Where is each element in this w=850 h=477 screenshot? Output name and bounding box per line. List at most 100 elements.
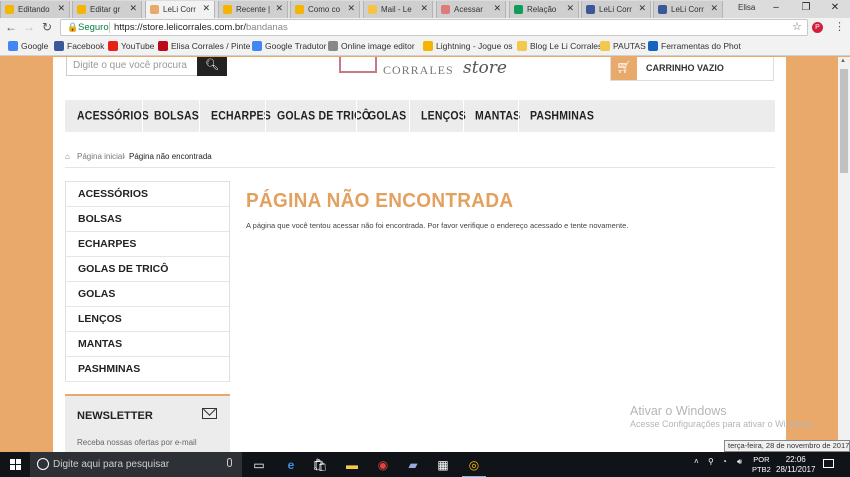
bookmark-icon: [54, 41, 64, 51]
store-search-input[interactable]: Digite o que você procura 🔍︎: [66, 57, 227, 76]
calculator-icon[interactable]: ▦: [434, 456, 452, 474]
language-code: POR: [753, 455, 770, 464]
browser-toolbar: ← → ↻ 🔒 Seguro https://store.lelicorrale…: [0, 18, 850, 38]
store-app-icon[interactable]: 🛍︎: [311, 456, 329, 474]
address-bar[interactable]: 🔒 Seguro https://store.lelicorrales.com.…: [60, 19, 808, 36]
back-icon[interactable]: ←: [4, 20, 18, 34]
home-icon[interactable]: ⌂: [65, 152, 70, 161]
scroll-up-icon[interactable]: ▲: [840, 58, 846, 64]
breadcrumb: ⌂ Página inicial › Página não encontrada: [65, 150, 775, 168]
pinterest-extension-icon[interactable]: P: [812, 22, 823, 33]
bookmark-item[interactable]: PAUTAS: [600, 41, 646, 51]
chrome-icon[interactable]: ◎: [462, 456, 486, 477]
main-nav: ACESSÓRIOS BOLSAS ECHARPES GOLAS DE TRICÔ GO…: [65, 100, 775, 132]
tab-favicon-icon: [5, 5, 14, 14]
tab-close-icon[interactable]: ✕: [347, 3, 355, 14]
task-view-icon[interactable]: ▭: [250, 456, 268, 474]
bookmark-label: Blog Le Li Corrales: [530, 41, 603, 51]
cart-widget[interactable]: 🛒︎ CARRINHO VAZIO: [610, 57, 774, 81]
close-window-button[interactable]: ✕: [820, 0, 850, 18]
bookmark-item[interactable]: Ferramentas do Phot: [648, 41, 741, 51]
clock-time: 22:06: [785, 455, 806, 464]
browser-tab[interactable]: LeLi Corr ✕: [581, 1, 651, 18]
cortana-icon: [37, 458, 49, 470]
tab-close-icon[interactable]: ✕: [275, 3, 283, 14]
bookmark-item[interactable]: Google Tradutor: [252, 41, 326, 51]
tab-close-icon[interactable]: ✕: [566, 3, 574, 14]
sidebar-category[interactable]: ECHARPES: [66, 232, 229, 257]
microphone-icon[interactable]: [227, 458, 232, 467]
tab-close-icon[interactable]: ✕: [420, 3, 428, 14]
browser-tab[interactable]: Mail - Le ✕: [363, 1, 433, 18]
network-icon[interactable]: ⚲: [708, 457, 714, 466]
bookmark-label: Facebook: [67, 41, 105, 51]
search-icon[interactable]: 🔍︎: [197, 57, 227, 76]
bookmark-icon: [108, 41, 118, 51]
bookmark-item[interactable]: Google: [8, 41, 48, 51]
bookmark-item[interactable]: YouTube: [108, 41, 154, 51]
sidebar-category[interactable]: GOLAS DE TRICÔ: [66, 257, 229, 282]
tab-close-icon[interactable]: ✕: [493, 3, 501, 14]
maximize-button[interactable]: ❐: [791, 0, 821, 18]
profile-name[interactable]: Elisa: [738, 3, 755, 12]
url-text[interactable]: https://store.lelicorrales.com.br/bandan…: [114, 20, 288, 35]
sidebar-category[interactable]: GOLAS: [66, 282, 229, 307]
action-center-icon[interactable]: [823, 459, 834, 468]
tab-label: LeLi Corr: [671, 5, 704, 14]
nav-divider: [356, 100, 357, 132]
browser-tab[interactable]: LeLi Corr ✕: [145, 1, 215, 18]
bookmark-item[interactable]: Facebook: [54, 41, 104, 51]
activation-title: Ativar o Windows: [630, 404, 727, 418]
reload-icon[interactable]: ↻: [40, 20, 54, 34]
browser-tab[interactable]: Editar gr ✕: [72, 1, 142, 18]
forward-icon[interactable]: →: [22, 20, 36, 34]
browser-tab[interactable]: Recente | ✕: [218, 1, 288, 18]
app-icon-red[interactable]: ◉: [374, 456, 392, 474]
bookmark-star-icon[interactable]: ☆: [792, 20, 802, 33]
nav-item[interactable]: PASHMINAS: [518, 98, 606, 133]
newsletter-box: NEWSLETTER Receba nossas ofertas por e-m…: [65, 394, 230, 452]
scrollbar-thumb[interactable]: [840, 69, 848, 173]
sidebar-category[interactable]: MANTAS: [66, 332, 229, 357]
windows-start-icon[interactable]: [10, 459, 21, 470]
bookmark-item[interactable]: Online image editor: [328, 41, 415, 51]
nav-divider: [463, 100, 464, 132]
tab-favicon-icon: [77, 5, 86, 14]
sidebar-category[interactable]: BOLSAS: [66, 207, 229, 232]
volume-icon[interactable]: 🔊︎: [737, 457, 742, 467]
notes-app-icon[interactable]: ▰: [404, 456, 422, 474]
sidebar-category[interactable]: ACESSÓRIOS: [66, 182, 229, 207]
store-logo[interactable]: CORRALES store: [339, 57, 519, 87]
language-indicator[interactable]: POR PTB2: [752, 455, 771, 475]
browser-tab[interactable]: Editando ✕: [0, 1, 70, 18]
sidebar-category[interactable]: LENÇOS: [66, 307, 229, 332]
tab-close-icon[interactable]: ✕: [710, 3, 718, 14]
browser-tab[interactable]: LeLi Corr ✕: [653, 1, 723, 18]
tab-label: LeLi Corr: [163, 5, 196, 14]
tab-close-icon[interactable]: ✕: [202, 3, 210, 14]
wifi-icon[interactable]: ◔: [722, 457, 727, 466]
breadcrumb-home[interactable]: Página inicial: [77, 152, 124, 161]
bookmark-icon: [328, 41, 338, 51]
tray-chevron-icon[interactable]: ˄: [694, 457, 699, 466]
browser-menu-icon[interactable]: ⋮: [834, 20, 845, 33]
bookmark-item[interactable]: Elisa Corrales / Pinte: [158, 41, 250, 51]
tab-close-icon[interactable]: ✕: [57, 3, 65, 14]
clock-date: 28/11/2017: [776, 465, 816, 474]
tab-close-icon[interactable]: ✕: [638, 3, 646, 14]
minimize-button[interactable]: –: [761, 0, 791, 18]
system-clock[interactable]: 22:06 28/11/2017: [776, 455, 815, 475]
bookmark-item[interactable]: Lightning - Jogue os: [423, 41, 513, 51]
bookmark-icon: [648, 41, 658, 51]
tab-close-icon[interactable]: ✕: [129, 3, 137, 14]
edge-icon[interactable]: e: [282, 456, 300, 474]
browser-tab[interactable]: Como co ✕: [290, 1, 360, 18]
page-scrollbar[interactable]: ▲: [838, 57, 850, 452]
bookmark-item[interactable]: Blog Le Li Corrales: [517, 41, 602, 51]
taskbar-search-input[interactable]: Digite aqui para pesquisar: [30, 452, 242, 477]
file-explorer-icon[interactable]: ▬: [343, 456, 361, 474]
sidebar-category[interactable]: PASHMINAS: [66, 357, 229, 382]
browser-tab[interactable]: Relação ✕: [509, 1, 579, 18]
web-page: Digite o que você procura 🔍︎ CORRALES st…: [53, 57, 786, 452]
browser-tab[interactable]: Acessar ✕: [436, 1, 506, 18]
